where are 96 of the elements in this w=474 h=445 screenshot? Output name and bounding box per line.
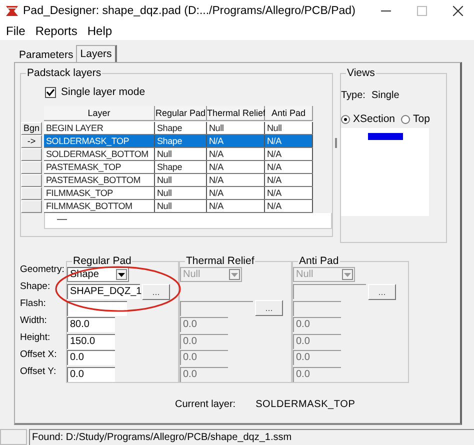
table-cell: Shape [155, 122, 207, 134]
table-cell: N/A [207, 148, 265, 160]
field-label: Offset Y: [20, 365, 58, 379]
caret-icon [231, 272, 238, 277]
input-field[interactable]: 0.0 [67, 350, 115, 366]
browse-button[interactable]: ... [142, 284, 170, 300]
input-field[interactable]: 0.0 [67, 366, 115, 382]
table-cell: SOLDERMASK_TOP [44, 135, 155, 147]
table-row[interactable]: FILMMASK_TOP Null N/A N/A [44, 187, 313, 200]
field-label: Shape: [20, 280, 52, 294]
table-cell: Null [207, 122, 265, 134]
type-label: Type: [341, 90, 366, 101]
input-field[interactable]: 150.0 [67, 334, 115, 349]
group-title: Regular Pad [72, 255, 132, 267]
current-layer-label: Current layer: [175, 399, 236, 410]
radio-button[interactable] [401, 114, 410, 124]
column-header[interactable]: Layer [44, 106, 155, 121]
input-field[interactable]: 80.0 [67, 317, 115, 332]
column-header[interactable]: Anti Pad [265, 106, 313, 121]
group-title: Views [346, 67, 376, 79]
table-cell: PASTEMASK_BOTTOM [44, 174, 155, 186]
table-cell: PASTEMASK_TOP [44, 161, 155, 173]
checkbox[interactable] [45, 86, 56, 98]
menu-item[interactable]: Help [87, 24, 112, 38]
menu-item[interactable]: Reports [35, 24, 78, 38]
radio-button[interactable] [341, 114, 350, 124]
table-cell: Shape [155, 161, 207, 173]
table-cell: N/A [265, 200, 313, 212]
row-marker-button[interactable] [21, 148, 42, 161]
table-cell: Shape [155, 135, 207, 147]
table-cell: N/A [207, 174, 265, 186]
row-marker-button[interactable]: Bgn [21, 122, 42, 135]
table-cell: N/A [207, 135, 265, 147]
group-title: Thermal Relief [185, 255, 256, 267]
input-field[interactable]: SHAPE_DQZ_1 [67, 284, 140, 299]
input-field[interactable] [293, 300, 341, 316]
row-marker-button[interactable]: -> [21, 135, 42, 148]
menu-item[interactable]: File [6, 24, 26, 38]
column-header[interactable]: Regular Pad [155, 106, 207, 121]
field-label: Flash: [20, 297, 47, 311]
table-row[interactable]: SOLDERMASK_TOP Shape N/A N/A [44, 135, 313, 148]
field-label: Width: [20, 314, 48, 328]
field-label: Geometry: [20, 263, 66, 277]
status-pane [0, 429, 27, 445]
table-row[interactable]: SOLDERMASK_BOTTOM Null N/A N/A [44, 148, 313, 161]
table-cell: Null [155, 148, 207, 160]
table-cell: N/A [265, 135, 313, 147]
table-row[interactable]: PASTEMASK_TOP Shape N/A N/A [44, 161, 313, 174]
table-cell: N/A [207, 200, 265, 212]
type-value: Single [371, 90, 400, 101]
table-cell: FILMMASK_BOTTOM [44, 200, 155, 212]
table-cell: Null [155, 200, 207, 212]
row-marker-button[interactable] [21, 187, 42, 200]
table-cell: Null [155, 187, 207, 199]
current-layer-value: SOLDERMASK_TOP [256, 399, 356, 410]
dropdown[interactable]: Shape [67, 267, 129, 282]
maximize-icon[interactable] [417, 6, 427, 16]
table-cell: N/A [265, 148, 313, 160]
table-cell: N/A [265, 187, 313, 199]
tab[interactable]: Parameters [16, 48, 76, 62]
scrollbar-thumb[interactable] [335, 138, 337, 148]
caret-icon [344, 272, 351, 277]
row-marker-button[interactable] [21, 200, 42, 213]
group-title: Padstack layers [26, 67, 102, 79]
radio-label: XSection [353, 113, 396, 125]
table-cell: Null [155, 174, 207, 186]
pad-shape [368, 133, 402, 140]
table-cell: Null [265, 122, 313, 134]
input-field[interactable] [180, 300, 253, 316]
table-cell: FILMMASK_TOP [44, 187, 155, 199]
table-cell: BEGIN LAYER [44, 122, 155, 134]
app-icon [5, 4, 19, 18]
checkbox-label: Single layer mode [61, 86, 146, 98]
status-text: Found: D:/Study/Programs/Allegro/PCB/shape_dqz_1.ssm [29, 429, 474, 445]
field-label: Offset X: [20, 348, 58, 362]
tab[interactable]: Layers [76, 45, 117, 62]
table-row[interactable]: BEGIN LAYER Shape Null Null [44, 122, 313, 135]
radio-label: Top [413, 113, 430, 125]
row-marker-button[interactable] [21, 161, 42, 174]
scrollbar-thumb[interactable] [57, 219, 67, 220]
column-header[interactable]: Thermal Relief [207, 106, 265, 121]
field-label: Height: [20, 331, 52, 345]
table-row[interactable]: PASTEMASK_BOTTOM Null N/A N/A [44, 174, 313, 187]
table-cell: N/A [207, 161, 265, 173]
row-marker-button[interactable] [21, 174, 42, 187]
table-row[interactable]: FILMMASK_BOTTOM Null N/A N/A [44, 200, 313, 213]
table-cell: N/A [265, 161, 313, 173]
input-field[interactable] [293, 284, 366, 299]
group-title: Anti Pad [298, 255, 340, 267]
table-cell: SOLDERMASK_BOTTOM [44, 148, 155, 160]
table-cell: N/A [207, 187, 265, 199]
table-cell: N/A [265, 174, 313, 186]
caret-icon [118, 272, 125, 277]
input-field[interactable] [67, 300, 127, 316]
window-title: Pad_Designer: shape_dqz.pad (D:.../Programs/Allegro/PCB/Pad) [23, 5, 356, 17]
close-icon[interactable] [453, 6, 463, 16]
